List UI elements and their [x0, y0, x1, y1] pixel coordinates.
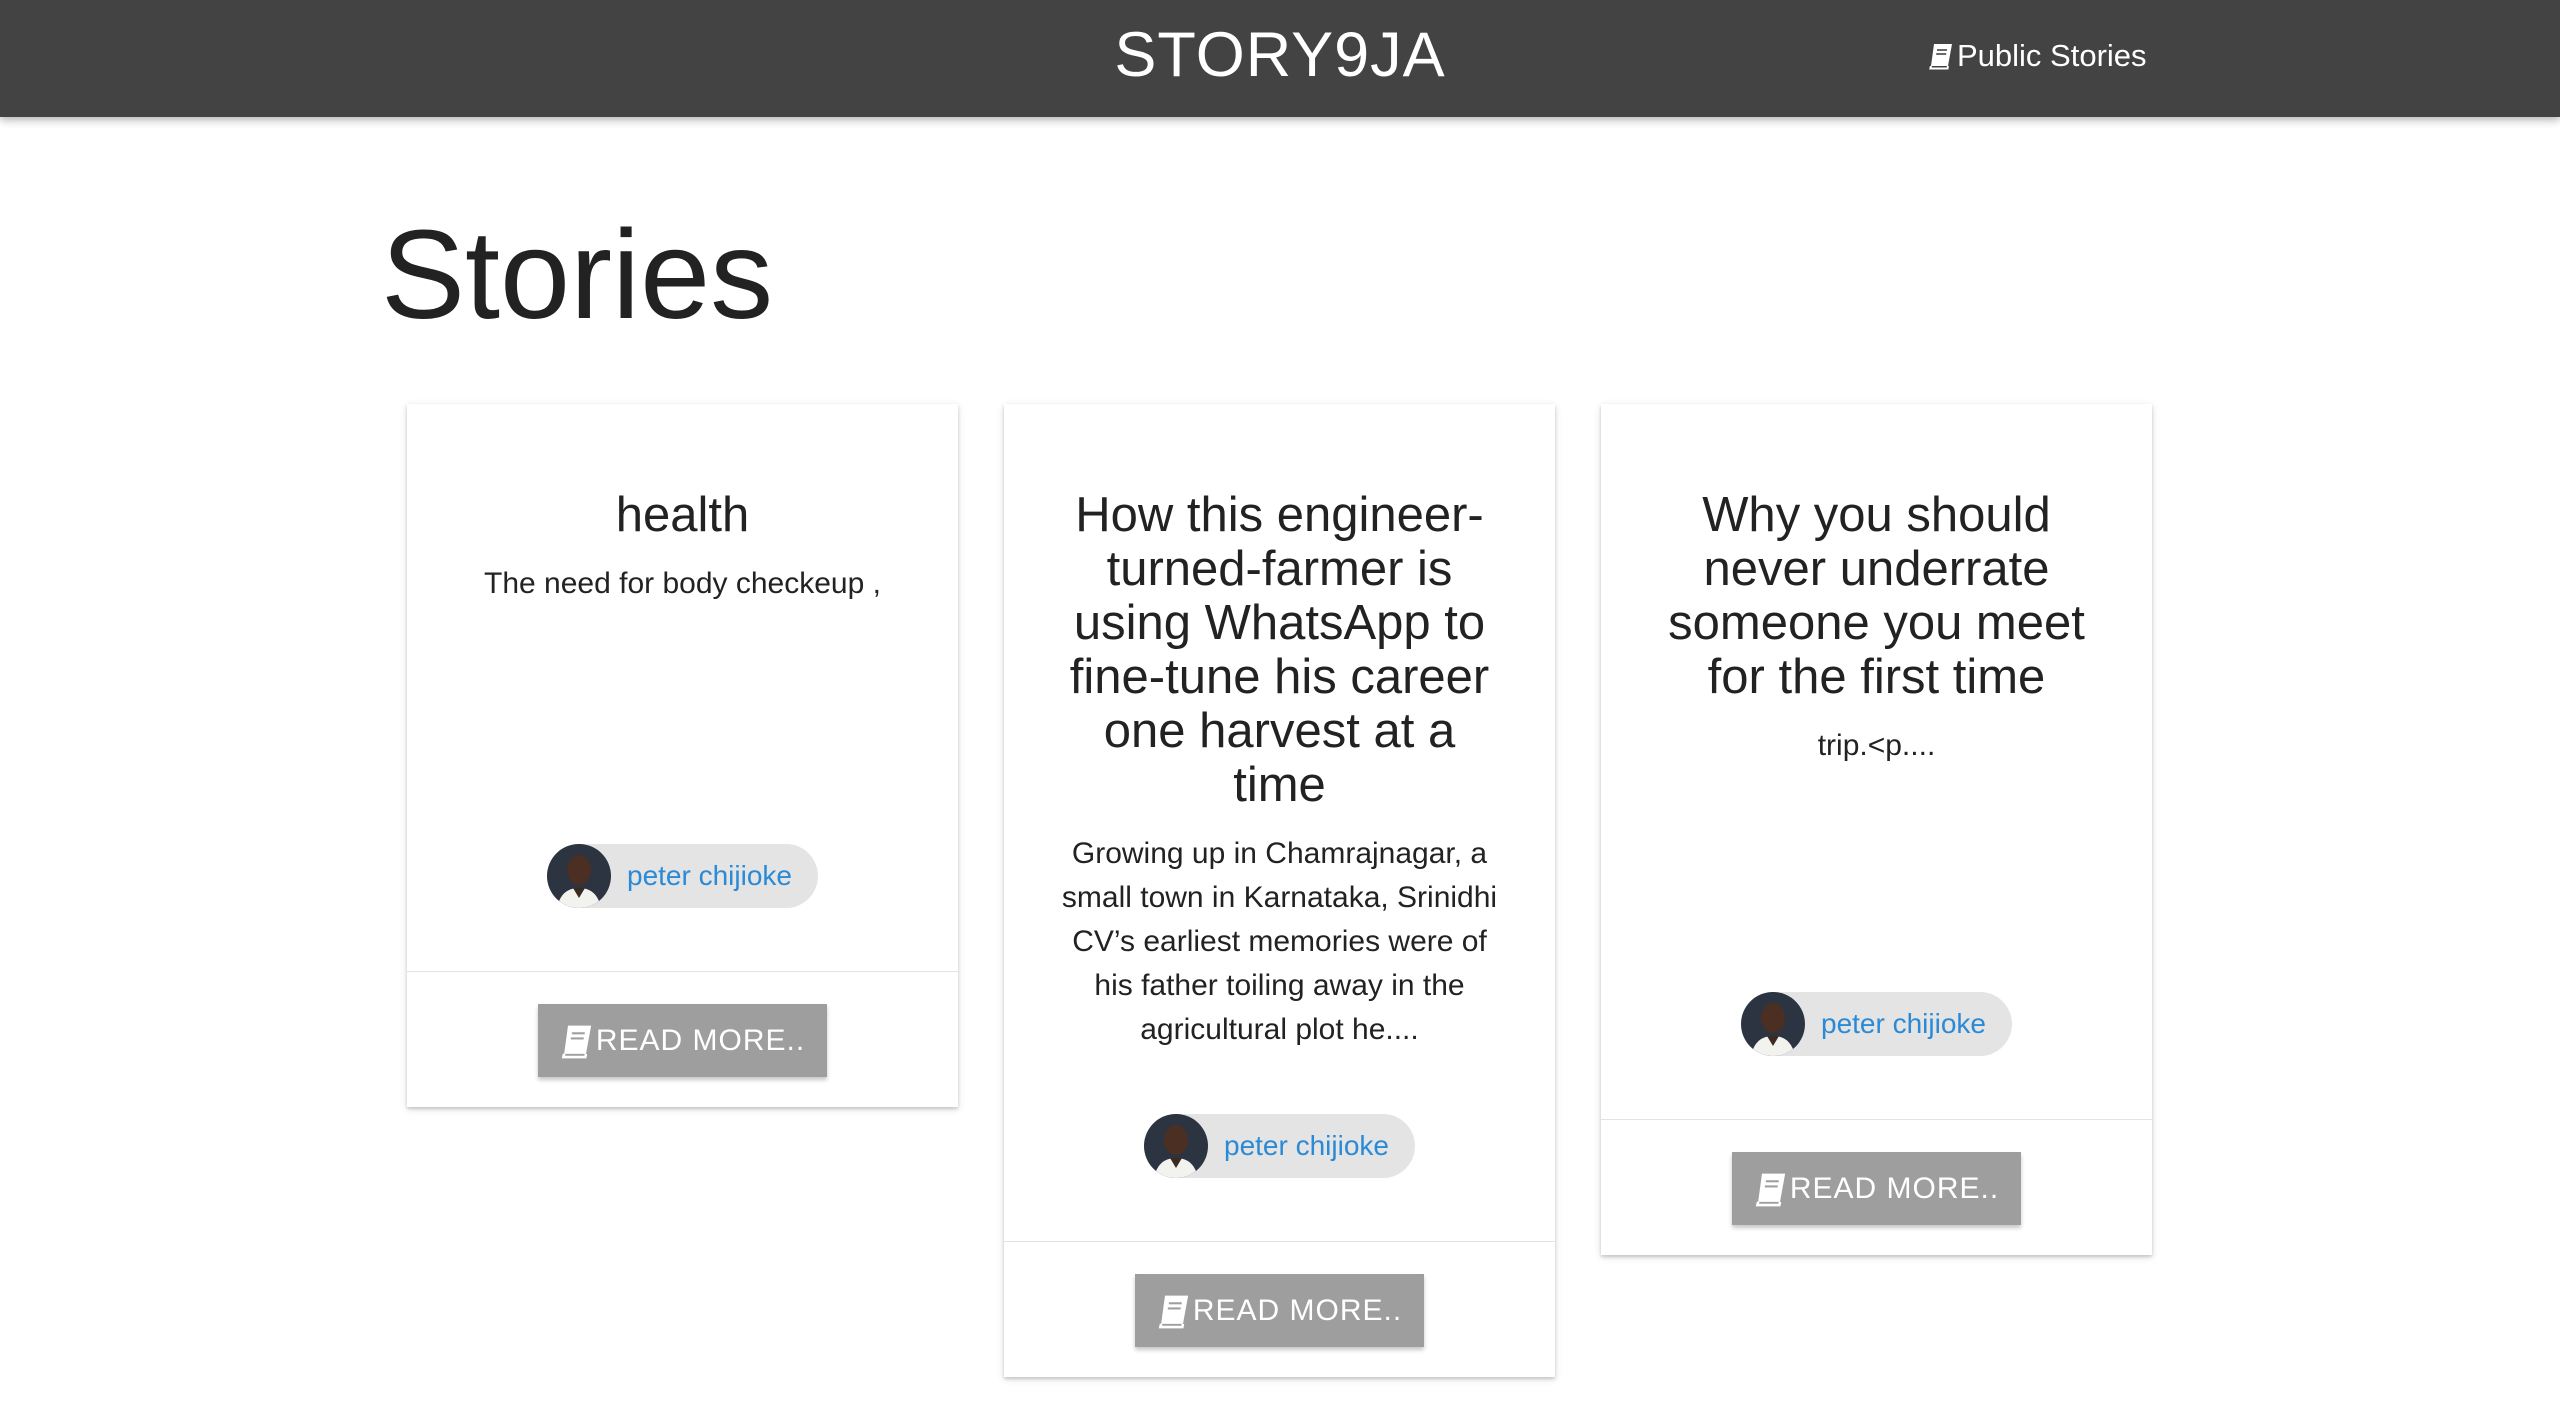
- author-name: peter chijioke: [627, 860, 792, 891]
- author-chip[interactable]: peter chijioke: [1144, 1114, 1415, 1178]
- card-action: READ MORE..: [407, 971, 958, 1107]
- author-name: peter chijioke: [1224, 1130, 1389, 1161]
- card-action: READ MORE..: [1601, 1119, 2152, 1255]
- read-more-label: READ MORE..: [595, 1023, 806, 1057]
- story-title: Why you should never underrate someone y…: [1668, 488, 2085, 704]
- read-more-button[interactable]: READ MORE..: [1135, 1274, 1424, 1347]
- story-excerpt: Growing up in Chamrajnagar, a small town…: [1061, 837, 1498, 1046]
- book-icon: [561, 1025, 591, 1058]
- public-stories-label: Public Stories: [1957, 38, 2147, 73]
- book-icon: [1755, 1173, 1785, 1206]
- top-navbar: STORY9JA Public Stories: [0, 0, 2560, 117]
- public-stories-link[interactable]: Public Stories: [1928, 34, 2147, 78]
- story-excerpt: The need for body checkeup ,: [484, 567, 881, 600]
- author-avatar: [547, 844, 611, 908]
- story-title: health: [615, 488, 750, 542]
- card-action: READ MORE..: [1004, 1241, 1555, 1377]
- story-card: How this engineer-turned-farmer is using…: [1004, 404, 1555, 1377]
- story-card: health The need for body checkeup , pete…: [407, 404, 958, 1107]
- read-more-label: READ MORE..: [1789, 1171, 2000, 1205]
- author-avatar: [1144, 1114, 1208, 1178]
- author-name: peter chijioke: [1821, 1008, 1986, 1039]
- author-chip[interactable]: peter chijioke: [547, 844, 818, 908]
- book-icon: [1158, 1295, 1188, 1328]
- author-avatar: [1741, 992, 1805, 1056]
- story-title: How this engineer-turned-farmer is using…: [1069, 488, 1490, 812]
- book-icon: [1929, 44, 1952, 70]
- story-card: Why you should never underrate someone y…: [1601, 404, 2152, 1255]
- brand-logo[interactable]: STORY9JA: [0, 17, 2560, 93]
- page-title: Stories: [381, 204, 774, 345]
- read-more-button[interactable]: READ MORE..: [1732, 1152, 2021, 1225]
- author-chip[interactable]: peter chijioke: [1741, 992, 2012, 1056]
- read-more-button[interactable]: READ MORE..: [538, 1004, 827, 1077]
- read-more-label: READ MORE..: [1192, 1293, 1403, 1327]
- story-excerpt: trip.<p....: [1817, 729, 1936, 762]
